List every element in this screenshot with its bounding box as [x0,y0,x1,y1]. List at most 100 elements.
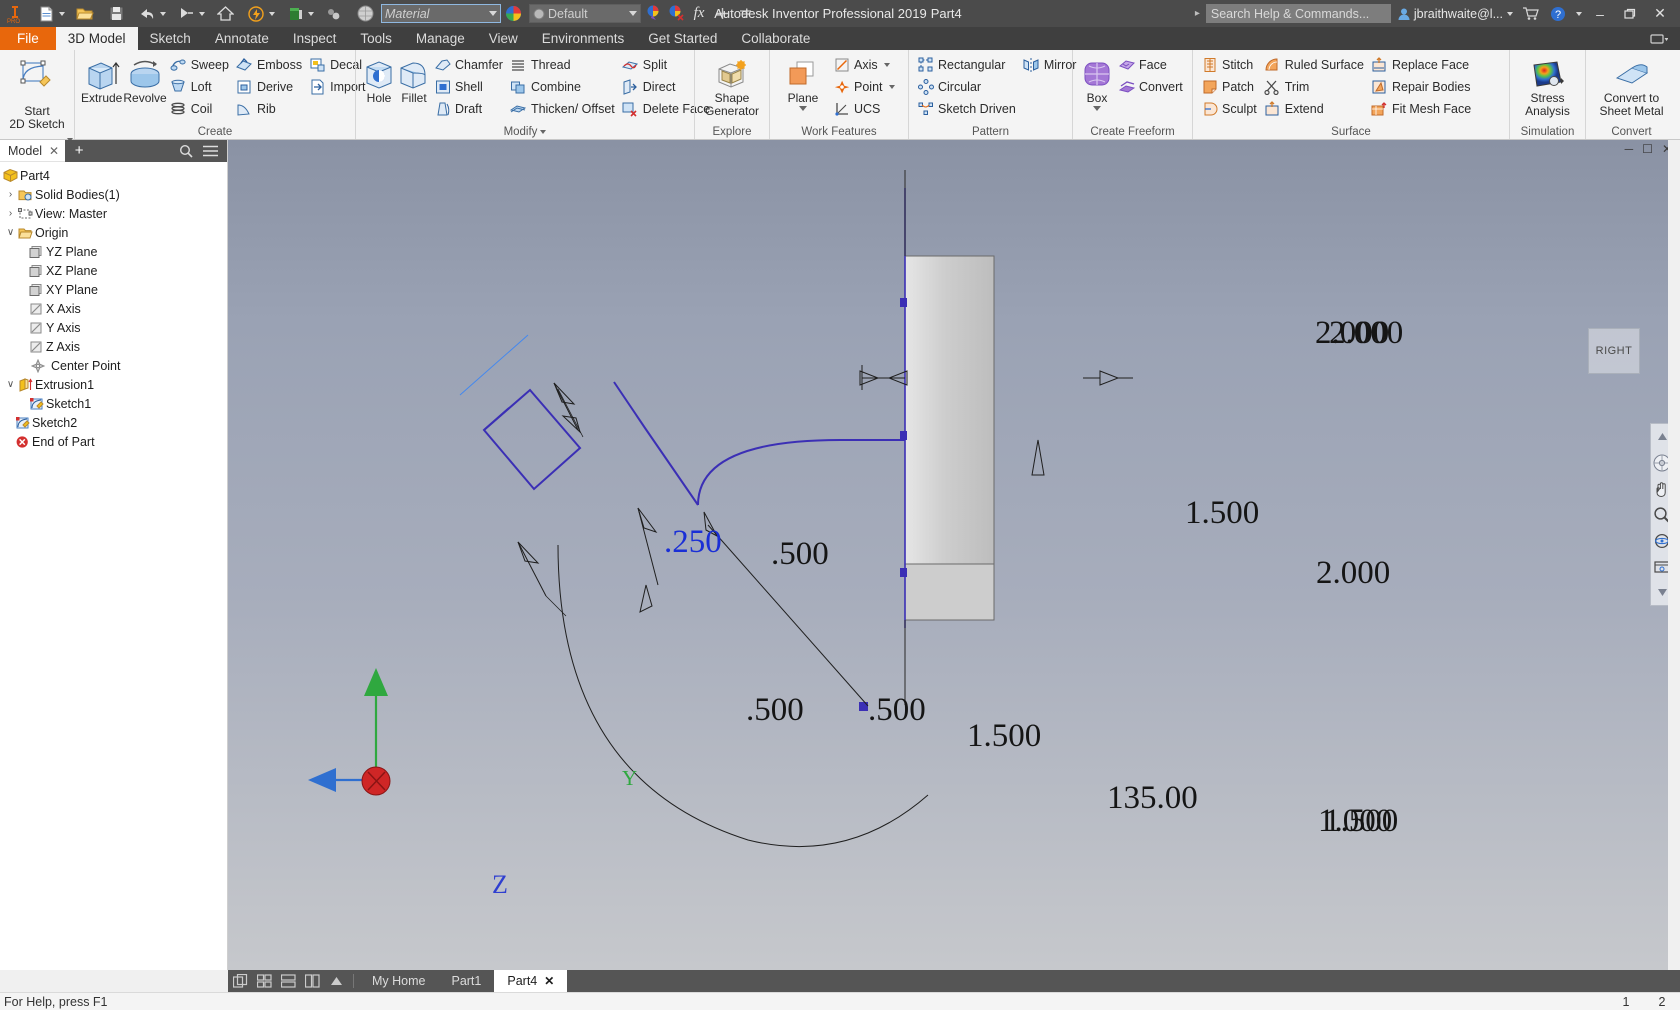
circular-pattern-button[interactable]: Circular [915,76,1020,97]
select-icon[interactable] [323,2,345,25]
material-sphere-icon[interactable] [354,2,376,25]
dimension-2000-mid[interactable]: 2.000 [1316,555,1390,592]
convert-freeform-button[interactable]: Convert [1116,76,1187,97]
doc-tab-my-home[interactable]: My Home [359,970,438,992]
tree-item-end-of-part[interactable]: End of Part [0,432,227,451]
tab-collaborate[interactable]: Collaborate [729,27,822,50]
face-button[interactable]: Face [1116,54,1187,75]
home-icon[interactable] [214,2,236,25]
return-dropdown-icon[interactable] [308,11,314,16]
stress-analysis-button[interactable]: Stress Analysis [1517,53,1579,118]
ribbon-display-options[interactable] [1638,27,1680,50]
ucs-button[interactable]: UCS [831,98,899,119]
tree-item-z-axis[interactable]: Z Axis [0,337,227,356]
search-input[interactable]: Search Help & Commands... [1205,4,1391,23]
redo-dropdown-icon[interactable] [199,11,205,16]
parameters-fx-icon[interactable]: fx [688,2,710,25]
tree-item-x-axis[interactable]: X Axis [0,299,227,318]
dimension-500-lower-left[interactable]: .500 [746,692,804,729]
chevron-down-icon[interactable] [1093,106,1101,111]
tree-item-origin[interactable]: ∨ Origin [0,223,227,242]
sculpt-button[interactable]: Sculpt [1199,98,1261,119]
help-dropdown-icon[interactable] [1576,11,1582,16]
expander-icon[interactable]: › [4,189,17,200]
dimension-2000-top-overlay[interactable]: 2.000 [1329,315,1403,352]
dimension-angle-135[interactable]: 135.00 [1107,780,1198,817]
start-2d-sketch-button[interactable]: Start 2D Sketch [6,53,73,144]
expander-icon[interactable]: ∨ [4,227,17,238]
doc-tab-part1[interactable]: Part1 [438,970,494,992]
horizontal-split-icon[interactable] [276,970,300,992]
expander-icon[interactable]: › [4,208,17,219]
sweep-button[interactable]: Sweep [168,54,233,75]
dimension-1500-arc[interactable]: 1.500 [967,718,1041,755]
revolve-button[interactable]: Revolve [123,53,167,105]
tree-item-part4[interactable]: Part4 [0,166,227,185]
update-dropdown-icon[interactable] [269,11,275,16]
dimension-1500-bottom-overlay[interactable]: 1.500 [1324,803,1398,840]
axis-button[interactable]: Axis [831,54,899,75]
fit-mesh-face-button[interactable]: Fit Mesh Face [1369,98,1475,119]
tab-file[interactable]: File [0,27,56,50]
save-icon[interactable] [105,2,127,25]
qat-overflow-icon[interactable] [734,2,756,25]
tree-item-sketch1[interactable]: Sketch1 [0,394,227,413]
tree-item-yz-plane[interactable]: YZ Plane [0,242,227,261]
repair-bodies-button[interactable]: Repair Bodies [1369,76,1475,97]
doc-tab-part4[interactable]: Part4 ✕ [494,970,568,992]
trim-button[interactable]: Trim [1262,76,1368,97]
chevron-down-icon[interactable] [883,62,890,67]
expander-icon[interactable]: ∨ [4,379,17,390]
search-icon[interactable] [179,144,193,158]
tree-item-xy-plane[interactable]: XY Plane [0,280,227,299]
thicken-offset-button[interactable]: Thicken/ Offset [508,98,619,119]
clear-appearance-icon[interactable] [665,2,687,25]
tile-icon[interactable] [228,970,252,992]
shape-generator-button[interactable]: Shape Generator [701,53,763,118]
point-button[interactable]: Point [831,76,899,97]
material-combo[interactable]: Material [381,4,501,23]
open-file-icon[interactable] [74,2,96,25]
fillet-button[interactable]: Fillet [397,53,431,105]
help-icon[interactable]: ? [1547,2,1569,25]
vertical-split-icon[interactable] [300,970,324,992]
chevron-down-icon[interactable] [799,106,807,111]
sketch-driven-pattern-button[interactable]: Sketch Driven [915,98,1020,119]
update-icon[interactable] [245,2,267,25]
box-button[interactable]: Box [1079,53,1115,111]
user-dropdown-icon[interactable] [1507,11,1513,16]
graphics-canvas[interactable]: ─ ☐ ✕ RIGHT .250 .500 .500 .500 1.500 13… [228,140,1680,970]
appearance-picker-icon[interactable] [642,2,664,25]
hole-button[interactable]: Hole [362,53,396,105]
rib-button[interactable]: Rib [234,98,306,119]
new-file-icon[interactable] [35,2,57,25]
tab-environments[interactable]: Environments [530,27,637,50]
close-button[interactable]: ✕ [1648,0,1672,27]
chamfer-button[interactable]: Chamfer [432,54,507,75]
return-icon[interactable] [284,2,306,25]
tree-item-sketch2[interactable]: Sketch2 [0,413,227,432]
derive-button[interactable]: Derive [234,76,306,97]
cart-icon[interactable] [1519,2,1541,25]
tree-item-extrusion1[interactable]: ∨ Extrusion1 [0,375,227,394]
dimension-500-lower-mid[interactable]: .500 [868,692,926,729]
close-icon[interactable]: ✕ [544,974,554,988]
tab-get-started[interactable]: Get Started [636,27,729,50]
undo-icon[interactable] [136,2,158,25]
chevron-down-icon[interactable] [888,84,895,89]
thread-button[interactable]: Thread [508,54,619,75]
dimension-500-upper[interactable]: .500 [771,536,829,573]
extend-button[interactable]: Extend [1262,98,1368,119]
tab-sketch[interactable]: Sketch [138,27,203,50]
tab-annotate[interactable]: Annotate [203,27,281,50]
grid-icon[interactable] [252,970,276,992]
tab-view[interactable]: View [477,27,530,50]
tree-item-view-master[interactable]: › View: Master [0,204,227,223]
patch-button[interactable]: Patch [1199,76,1261,97]
add-to-qat-icon[interactable] [711,2,733,25]
user-account[interactable]: jbraithwaite@l... [1397,7,1513,21]
minimize-button[interactable]: – [1588,0,1612,27]
browser-tab-model[interactable]: Model ✕ [0,144,65,158]
tree-item-center-point[interactable]: Center Point [0,356,227,375]
tab-inspect[interactable]: Inspect [281,27,349,50]
